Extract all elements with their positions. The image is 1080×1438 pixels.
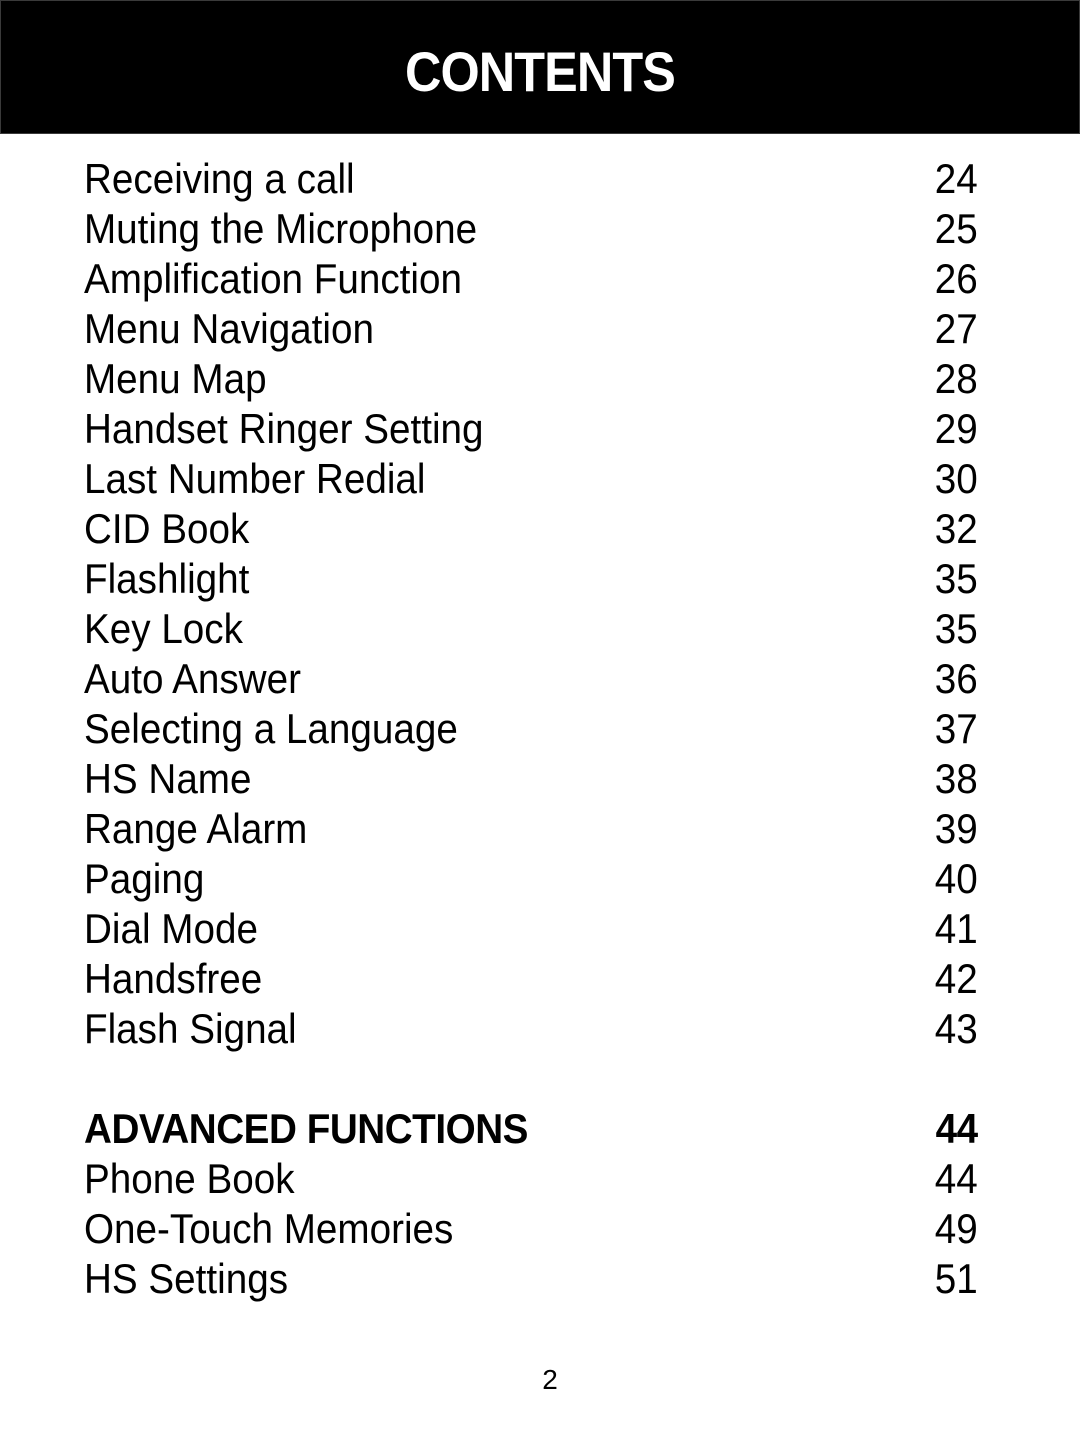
toc-entry-label: Flashlight <box>84 555 250 602</box>
toc-entry-page: 25 <box>935 205 978 252</box>
toc-entry[interactable]: HS Settings 51 <box>84 1254 978 1304</box>
toc-entry[interactable]: Flashlight 35 <box>84 554 978 604</box>
toc-entry-page: 40 <box>935 855 978 902</box>
toc-entry-label: Range Alarm <box>84 805 308 852</box>
toc-entry-label: Last Number Redial <box>84 455 426 502</box>
toc-entry-label: HS Name <box>84 755 252 802</box>
toc-entry-label: Dial Mode <box>84 905 258 952</box>
toc-entry[interactable]: Receiving a call 24 <box>84 154 978 204</box>
toc-section-label: ADVANCED FUNCTIONS <box>84 1105 528 1152</box>
toc-entry-page: 37 <box>935 705 978 752</box>
toc-entry-label: Selecting a Language <box>84 705 458 752</box>
toc-entry[interactable]: Auto Answer 36 <box>84 654 978 704</box>
toc-entry-page: 44 <box>935 1155 978 1202</box>
toc-entry-label: Muting the Microphone <box>84 205 478 252</box>
toc-entry[interactable]: Last Number Redial 30 <box>84 454 978 504</box>
toc-entry-page: 35 <box>935 555 978 602</box>
toc-entry[interactable]: Flash Signal 43 <box>84 1004 978 1054</box>
toc-entry-page: 35 <box>935 605 978 652</box>
toc-entry-label: One-Touch Memories <box>84 1205 454 1252</box>
toc-entry-label: Menu Navigation <box>84 305 374 352</box>
toc-entry[interactable]: One-Touch Memories 49 <box>84 1204 978 1254</box>
toc-entry-label: Menu Map <box>84 355 267 402</box>
toc-entry-label: Amplification Function <box>84 255 462 302</box>
toc-entry-label: Key Lock <box>84 605 243 652</box>
toc-entry[interactable]: Phone Book 44 <box>84 1154 978 1204</box>
toc-entry[interactable]: Muting the Microphone 25 <box>84 204 978 254</box>
toc-entry-page: 29 <box>935 405 978 452</box>
toc-entry-page: 51 <box>935 1255 978 1302</box>
toc-section-page: 44 <box>935 1105 979 1152</box>
toc-entry[interactable]: Paging 40 <box>84 854 978 904</box>
toc-entry[interactable]: Amplification Function 26 <box>84 254 978 304</box>
toc-entry[interactable]: Dial Mode 41 <box>84 904 978 954</box>
toc-entry[interactable]: Menu Map 28 <box>84 354 978 404</box>
toc-entry-page: 43 <box>935 1005 978 1052</box>
toc-entry-page: 41 <box>935 905 978 952</box>
toc-entry-page: 27 <box>935 305 978 352</box>
toc-entry-page: 32 <box>935 505 978 552</box>
page-number: 2 <box>542 1364 558 1395</box>
toc-entry-label: HS Settings <box>84 1255 289 1302</box>
toc-entry-page: 30 <box>935 455 978 502</box>
toc-entry-label: Handsfree <box>84 955 263 1002</box>
toc-entry[interactable]: Menu Navigation 27 <box>84 304 978 354</box>
toc-entry-label: Auto Answer <box>84 655 301 702</box>
toc-entry-page: 49 <box>935 1205 978 1252</box>
toc-entry-label: Phone Book <box>84 1155 295 1202</box>
toc-entry[interactable]: Handset Ringer Setting 29 <box>84 404 978 454</box>
toc-section-heading[interactable]: ADVANCED FUNCTIONS 44 <box>84 1104 978 1154</box>
toc-entry[interactable]: CID Book 32 <box>84 504 978 554</box>
toc-entry-label: CID Book <box>84 505 250 552</box>
toc-entry-label: Paging <box>84 855 205 902</box>
toc-entry[interactable]: Range Alarm 39 <box>84 804 978 854</box>
toc-entry[interactable]: Handsfree 42 <box>84 954 978 1004</box>
toc-entry-page: 28 <box>935 355 978 402</box>
toc-entry-page: 38 <box>935 755 978 802</box>
toc-entry-label: Handset Ringer Setting <box>84 405 484 452</box>
toc-entry-page: 39 <box>935 805 978 852</box>
toc-entry-label: Receiving a call <box>84 155 355 202</box>
toc-entry-page: 36 <box>935 655 978 702</box>
toc-entry[interactable]: Key Lock 35 <box>84 604 978 654</box>
toc-entry-label: Flash Signal <box>84 1005 297 1052</box>
toc-entry[interactable]: HS Name 38 <box>84 754 978 804</box>
table-of-contents: Receiving a call 24 Muting the Microphon… <box>84 154 978 1304</box>
toc-entry-page: 24 <box>935 155 978 202</box>
toc-entry-page: 26 <box>935 255 978 302</box>
toc-entry-page: 42 <box>935 955 978 1002</box>
contents-header-bar: CONTENTS <box>0 0 1080 134</box>
page-title: CONTENTS <box>405 40 676 103</box>
toc-entry[interactable]: Selecting a Language 37 <box>84 704 978 754</box>
